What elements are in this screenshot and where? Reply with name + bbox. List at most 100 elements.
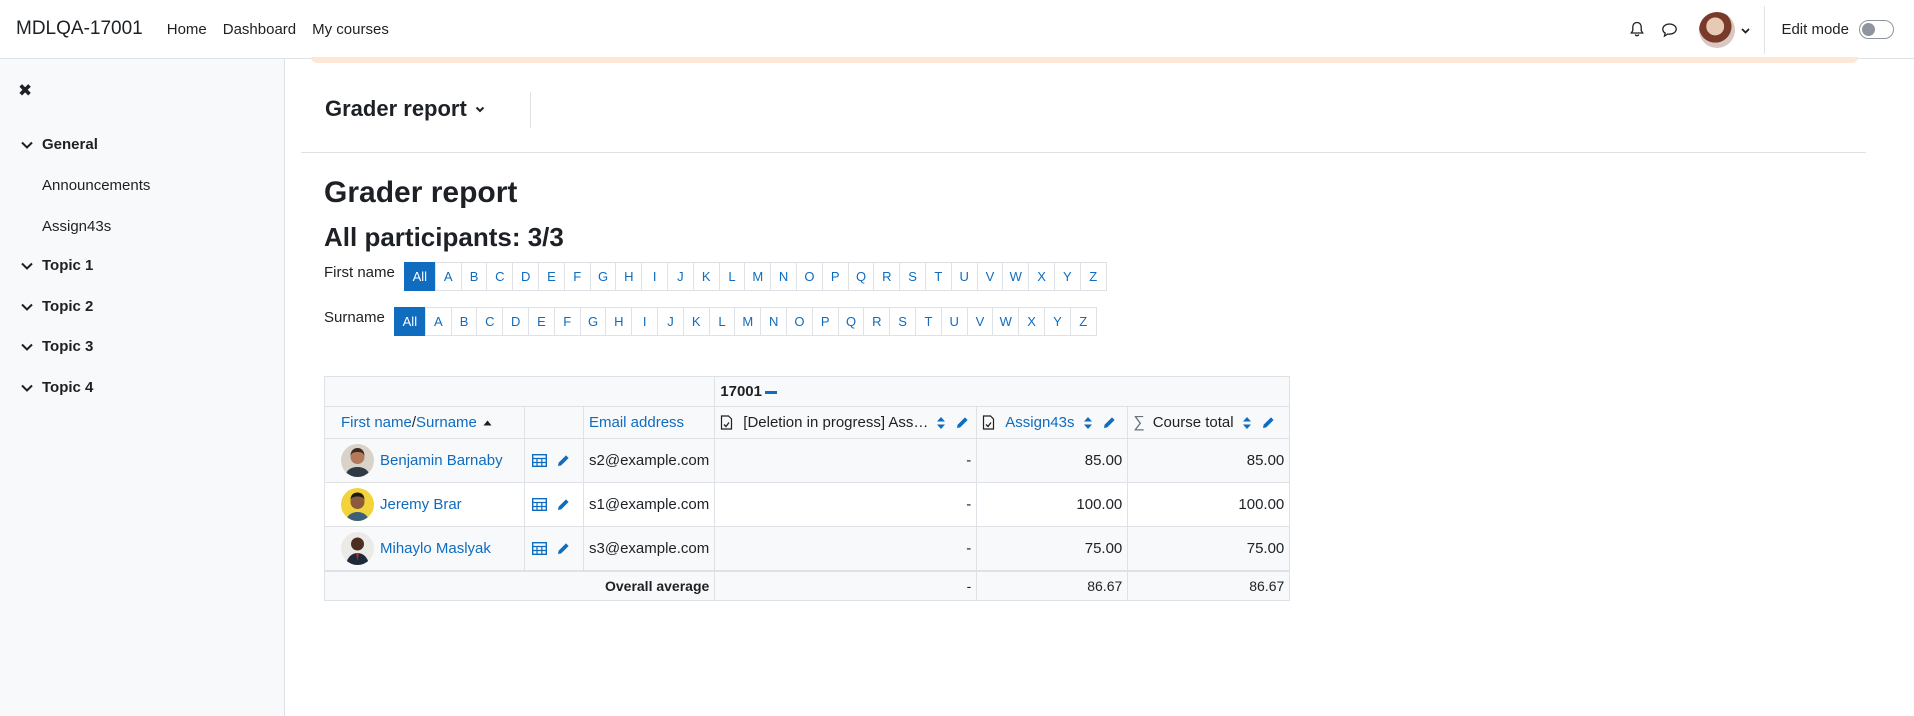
surname-letter-y[interactable]: Y	[1044, 307, 1071, 336]
nav-dashboard-link[interactable]: Dashboard	[223, 21, 296, 38]
chevron-down-icon[interactable]	[20, 259, 34, 273]
first-name-letter-all[interactable]: All	[403, 262, 436, 291]
first-name-letter-o[interactable]: O	[796, 262, 823, 291]
sort-surname-link[interactable]: Surname	[416, 414, 477, 431]
activity-assign43s[interactable]: Assign43s	[42, 218, 111, 235]
surname-letter-all[interactable]: All	[393, 307, 426, 336]
first-name-letter-j[interactable]: J	[667, 262, 694, 291]
section-general[interactable]: General	[20, 136, 98, 153]
item1-grade-cell[interactable]: -	[714, 482, 978, 527]
surname-letter-z[interactable]: Z	[1069, 307, 1097, 336]
first-name-letter-h[interactable]: H	[615, 262, 643, 291]
chevron-down-icon[interactable]	[20, 138, 34, 152]
close-drawer-icon[interactable]: ✖	[18, 81, 32, 101]
surname-letter-m[interactable]: M	[734, 307, 762, 336]
surname-letter-b[interactable]: B	[450, 307, 478, 336]
sort-toggle-icon[interactable]	[1083, 415, 1093, 431]
edit-pencil-icon[interactable]	[956, 416, 969, 429]
grades-table-icon[interactable]	[532, 498, 547, 511]
nav-my-courses-link[interactable]: My courses	[312, 21, 389, 38]
first-name-letter-u[interactable]: U	[950, 262, 978, 291]
surname-letter-h[interactable]: H	[605, 307, 633, 336]
user-name-link[interactable]: Mihaylo Maslyak	[380, 540, 491, 557]
section-topic-1[interactable]: Topic 1	[20, 257, 93, 274]
grades-table-icon[interactable]	[532, 454, 547, 467]
chat-icon[interactable]	[1653, 14, 1685, 46]
surname-letter-a[interactable]: A	[424, 307, 452, 336]
report-selector[interactable]: Grader report	[325, 96, 485, 122]
first-name-letter-e[interactable]: E	[538, 262, 565, 291]
edit-pencil-icon[interactable]	[557, 454, 570, 467]
surname-letter-j[interactable]: J	[657, 307, 684, 336]
surname-letter-d[interactable]: D	[502, 307, 530, 336]
surname-letter-f[interactable]: F	[553, 307, 581, 336]
section-topic-3[interactable]: Topic 3	[20, 338, 93, 355]
first-name-letter-f[interactable]: F	[563, 262, 591, 291]
first-name-letter-l[interactable]: L	[718, 262, 746, 291]
collapse-category-icon[interactable]	[765, 390, 777, 394]
chevron-down-icon[interactable]	[20, 381, 34, 395]
surname-letter-e[interactable]: E	[528, 307, 555, 336]
sort-first-name-link[interactable]: First name	[341, 414, 412, 431]
sort-asc-icon[interactable]	[483, 420, 492, 426]
user-name-link[interactable]: Jeremy Brar	[380, 496, 462, 513]
first-name-letter-r[interactable]: R	[873, 262, 901, 291]
grades-table-icon[interactable]	[532, 541, 547, 555]
first-name-letter-y[interactable]: Y	[1053, 262, 1081, 291]
surname-letter-s[interactable]: S	[889, 307, 917, 336]
surname-letter-o[interactable]: O	[786, 307, 813, 336]
chevron-down-icon[interactable]	[1741, 21, 1751, 38]
item1-header-label[interactable]: [Deletion in progress] Ass…	[743, 414, 928, 431]
surname-letter-x[interactable]: X	[1018, 307, 1045, 336]
first-name-letter-x[interactable]: X	[1028, 262, 1055, 291]
first-name-letter-q[interactable]: Q	[847, 262, 875, 291]
first-name-letter-m[interactable]: M	[744, 262, 772, 291]
edit-mode-toggle[interactable]	[1859, 20, 1894, 39]
edit-pencil-icon[interactable]	[1262, 416, 1275, 429]
surname-letter-n[interactable]: N	[760, 307, 788, 336]
chevron-down-icon[interactable]	[20, 340, 34, 354]
first-name-letter-v[interactable]: V	[976, 262, 1004, 291]
surname-letter-p[interactable]: P	[811, 307, 839, 336]
first-name-letter-d[interactable]: D	[512, 262, 540, 291]
item2-grade-cell[interactable]: 85.00	[976, 438, 1129, 483]
first-name-letter-z[interactable]: Z	[1079, 262, 1107, 291]
first-name-letter-a[interactable]: A	[434, 262, 462, 291]
first-name-letter-s[interactable]: S	[899, 262, 926, 291]
surname-letter-q[interactable]: Q	[837, 307, 865, 336]
user-name-link[interactable]: Benjamin Barnaby	[380, 452, 503, 469]
surname-letter-k[interactable]: K	[682, 307, 710, 336]
sort-toggle-icon[interactable]	[1242, 415, 1252, 431]
sort-email-link[interactable]: Email address	[589, 414, 684, 431]
course-total-cell[interactable]: 100.00	[1127, 482, 1291, 527]
item1-grade-cell[interactable]: -	[714, 526, 978, 571]
first-name-letter-c[interactable]: C	[486, 262, 514, 291]
surname-letter-g[interactable]: G	[579, 307, 607, 336]
first-name-letter-w[interactable]: W	[1002, 262, 1030, 291]
surname-letter-r[interactable]: R	[863, 307, 891, 336]
surname-letter-u[interactable]: U	[940, 307, 968, 336]
first-name-letter-g[interactable]: G	[589, 262, 617, 291]
section-topic-2[interactable]: Topic 2	[20, 298, 93, 315]
item2-header-link[interactable]: Assign43s	[1005, 414, 1074, 431]
surname-letter-l[interactable]: L	[708, 307, 736, 336]
item1-grade-cell[interactable]: -	[714, 438, 978, 483]
sort-toggle-icon[interactable]	[936, 415, 946, 431]
surname-letter-v[interactable]: V	[966, 307, 994, 336]
edit-pencil-icon[interactable]	[557, 542, 570, 555]
surname-letter-c[interactable]: C	[476, 307, 504, 336]
first-name-letter-k[interactable]: K	[692, 262, 720, 291]
activity-announcements[interactable]: Announcements	[42, 177, 150, 194]
course-total-cell[interactable]: 85.00	[1127, 438, 1291, 483]
bell-icon[interactable]	[1621, 14, 1653, 46]
chevron-down-icon[interactable]	[20, 300, 34, 314]
section-topic-4[interactable]: Topic 4	[20, 379, 93, 396]
chevron-down-icon[interactable]	[475, 106, 485, 113]
first-name-letter-p[interactable]: P	[821, 262, 849, 291]
item2-grade-cell[interactable]: 75.00	[976, 526, 1129, 571]
nav-home-link[interactable]: Home	[167, 21, 207, 38]
surname-letter-w[interactable]: W	[992, 307, 1020, 336]
surname-letter-i[interactable]: I	[631, 307, 659, 336]
first-name-letter-i[interactable]: I	[641, 262, 669, 291]
course-total-cell[interactable]: 75.00	[1127, 526, 1291, 571]
